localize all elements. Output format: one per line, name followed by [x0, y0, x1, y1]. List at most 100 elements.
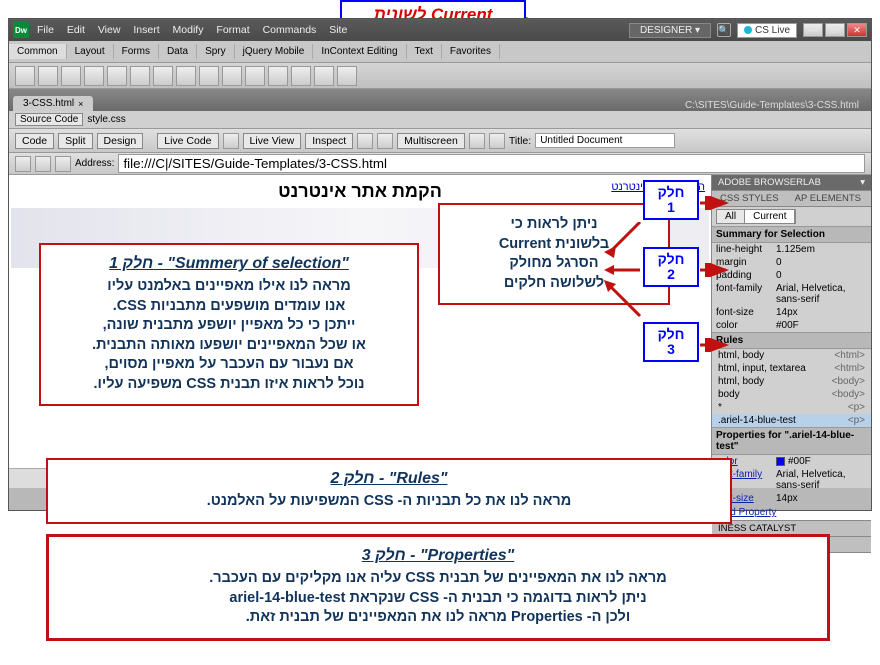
insert-tab-layout[interactable]: Layout [67, 44, 114, 59]
menu-bar: File Edit View Insert Modify Format Comm… [37, 24, 357, 36]
menu-view[interactable]: View [98, 24, 121, 36]
tool-icon[interactable] [337, 66, 357, 86]
document-path: C:\SITES\Guide-Templates\3-CSS.html [685, 100, 871, 111]
browserlab-panel-title[interactable]: ADOBE BROWSERLAB▾ [712, 175, 871, 190]
maximize-button[interactable]: ▭ [825, 23, 845, 37]
search-icon[interactable]: 🔍 [717, 23, 731, 37]
prop-row[interactable]: color#00F [712, 455, 871, 468]
summary-row[interactable]: color#00F [712, 319, 871, 332]
insert-tab-favorites[interactable]: Favorites [442, 44, 500, 59]
menu-commands[interactable]: Commands [263, 24, 317, 36]
tool-icon[interactable] [199, 66, 219, 86]
cs-live-button[interactable]: CS Live [737, 23, 797, 38]
rule-row[interactable]: .ariel-14-blue-test<p> [712, 414, 871, 427]
arrow-icon [700, 338, 730, 352]
insert-tab-text[interactable]: Text [407, 44, 442, 59]
summary-row[interactable]: margin0 [712, 256, 871, 269]
annotation-summary: חלק 1 - "Summery of selection" מראה לנו … [39, 243, 419, 406]
related-file-css[interactable]: style.css [87, 114, 125, 125]
title-label: Title: [509, 135, 531, 147]
insert-toolbar [9, 63, 871, 89]
summary-row[interactable]: line-height1.125em [712, 243, 871, 256]
annotation-properties: חלק 3 - "Properties" מראה לנו את המאפיינ… [46, 534, 830, 641]
view-design-button[interactable]: Design [97, 133, 144, 149]
dreamweaver-logo: Dw [13, 22, 29, 38]
rules-section-head: Rules [712, 332, 871, 349]
insert-tab-jquery[interactable]: jQuery Mobile [235, 44, 314, 59]
title-bar: Dw File Edit View Insert Modify Format C… [9, 19, 871, 41]
view-code-button[interactable]: Code [15, 133, 54, 149]
tool-icon[interactable] [469, 133, 485, 149]
insert-bar: Common Layout Forms Data Spry jQuery Mob… [9, 41, 871, 63]
tool-icon[interactable] [291, 66, 311, 86]
tool-icon[interactable] [489, 133, 505, 149]
document-toolbar: Code Split Design Live Code Live View In… [9, 129, 871, 153]
related-files-bar: Source Code style.css [9, 111, 871, 129]
workspace-switcher[interactable]: DESIGNER ▾ [629, 23, 711, 38]
tool-icon[interactable] [377, 133, 393, 149]
close-button[interactable]: ✕ [847, 23, 867, 37]
arrow-icon [604, 280, 644, 320]
ap-elements-tab[interactable]: AP ELEMENTS [787, 191, 869, 206]
document-tab-strip: 3-CSS.html× C:\SITES\Guide-Templates\3-C… [9, 89, 871, 111]
add-property-link[interactable]: Add Property [712, 505, 871, 520]
insert-tab-ice[interactable]: InContext Editing [313, 44, 406, 59]
insert-tab-common[interactable]: Common [9, 44, 67, 59]
menu-modify[interactable]: Modify [173, 24, 204, 36]
tool-icon[interactable] [130, 66, 150, 86]
inspect-button[interactable]: Inspect [305, 133, 353, 149]
tool-icon[interactable] [223, 133, 239, 149]
tool-icon[interactable] [153, 66, 173, 86]
arrow-icon [700, 263, 730, 277]
nav-fwd-icon[interactable] [35, 156, 51, 172]
live-view-button[interactable]: Live View [243, 133, 302, 149]
live-code-button[interactable]: Live Code [157, 133, 218, 149]
source-code-button[interactable]: Source Code [15, 113, 83, 126]
tool-icon[interactable] [268, 66, 288, 86]
summary-row[interactable]: font-familyArial, Helvetica, sans-serif [712, 282, 871, 306]
minimize-button[interactable]: — [803, 23, 823, 37]
menu-edit[interactable]: Edit [67, 24, 85, 36]
document-tab[interactable]: 3-CSS.html× [13, 96, 93, 111]
arrow-icon [604, 222, 644, 262]
tool-icon[interactable] [176, 66, 196, 86]
rule-row[interactable]: html, body<html> [712, 349, 871, 362]
tool-icon[interactable] [84, 66, 104, 86]
tool-icon[interactable] [245, 66, 265, 86]
summary-row[interactable]: padding0 [712, 269, 871, 282]
tool-icon[interactable] [222, 66, 242, 86]
rule-row[interactable]: *<p> [712, 401, 871, 414]
menu-site[interactable]: Site [329, 24, 347, 36]
tool-icon[interactable] [107, 66, 127, 86]
tab-close-icon[interactable]: × [78, 99, 83, 109]
prop-row[interactable]: font-familyArial, Helvetica, sans-serif [712, 468, 871, 492]
rule-row[interactable]: html, input, textarea<html> [712, 362, 871, 375]
summary-row[interactable]: font-size14px [712, 306, 871, 319]
document-title-input[interactable] [535, 133, 675, 148]
home-icon[interactable] [55, 156, 71, 172]
menu-file[interactable]: File [37, 24, 54, 36]
insert-tab-forms[interactable]: Forms [114, 44, 159, 59]
insert-tab-spry[interactable]: Spry [197, 44, 235, 59]
rule-row[interactable]: body<body> [712, 388, 871, 401]
insert-tab-data[interactable]: Data [159, 44, 197, 59]
nav-back-icon[interactable] [15, 156, 31, 172]
menu-insert[interactable]: Insert [133, 24, 159, 36]
menu-format[interactable]: Format [216, 24, 249, 36]
css-current-tab[interactable]: Current [745, 210, 795, 223]
tool-icon[interactable] [15, 66, 35, 86]
tool-icon[interactable] [314, 66, 334, 86]
css-all-tab[interactable]: All [717, 210, 745, 223]
css-mode-switch: All Current [716, 209, 796, 224]
rule-row[interactable]: html, body<body> [712, 375, 871, 388]
address-input[interactable] [118, 154, 865, 173]
tool-icon[interactable] [357, 133, 373, 149]
tool-icon[interactable] [38, 66, 58, 86]
part-badge-3: חלק3 [643, 322, 699, 362]
tool-icon[interactable] [61, 66, 81, 86]
annotation-rules: חלק 2 - "Rules" מראה לנו את כל תבניות ה-… [46, 458, 732, 524]
view-split-button[interactable]: Split [58, 133, 92, 149]
color-swatch-icon[interactable] [776, 457, 785, 466]
prop-row[interactable]: font-size14px [712, 492, 871, 505]
multiscreen-button[interactable]: Multiscreen [397, 133, 465, 149]
